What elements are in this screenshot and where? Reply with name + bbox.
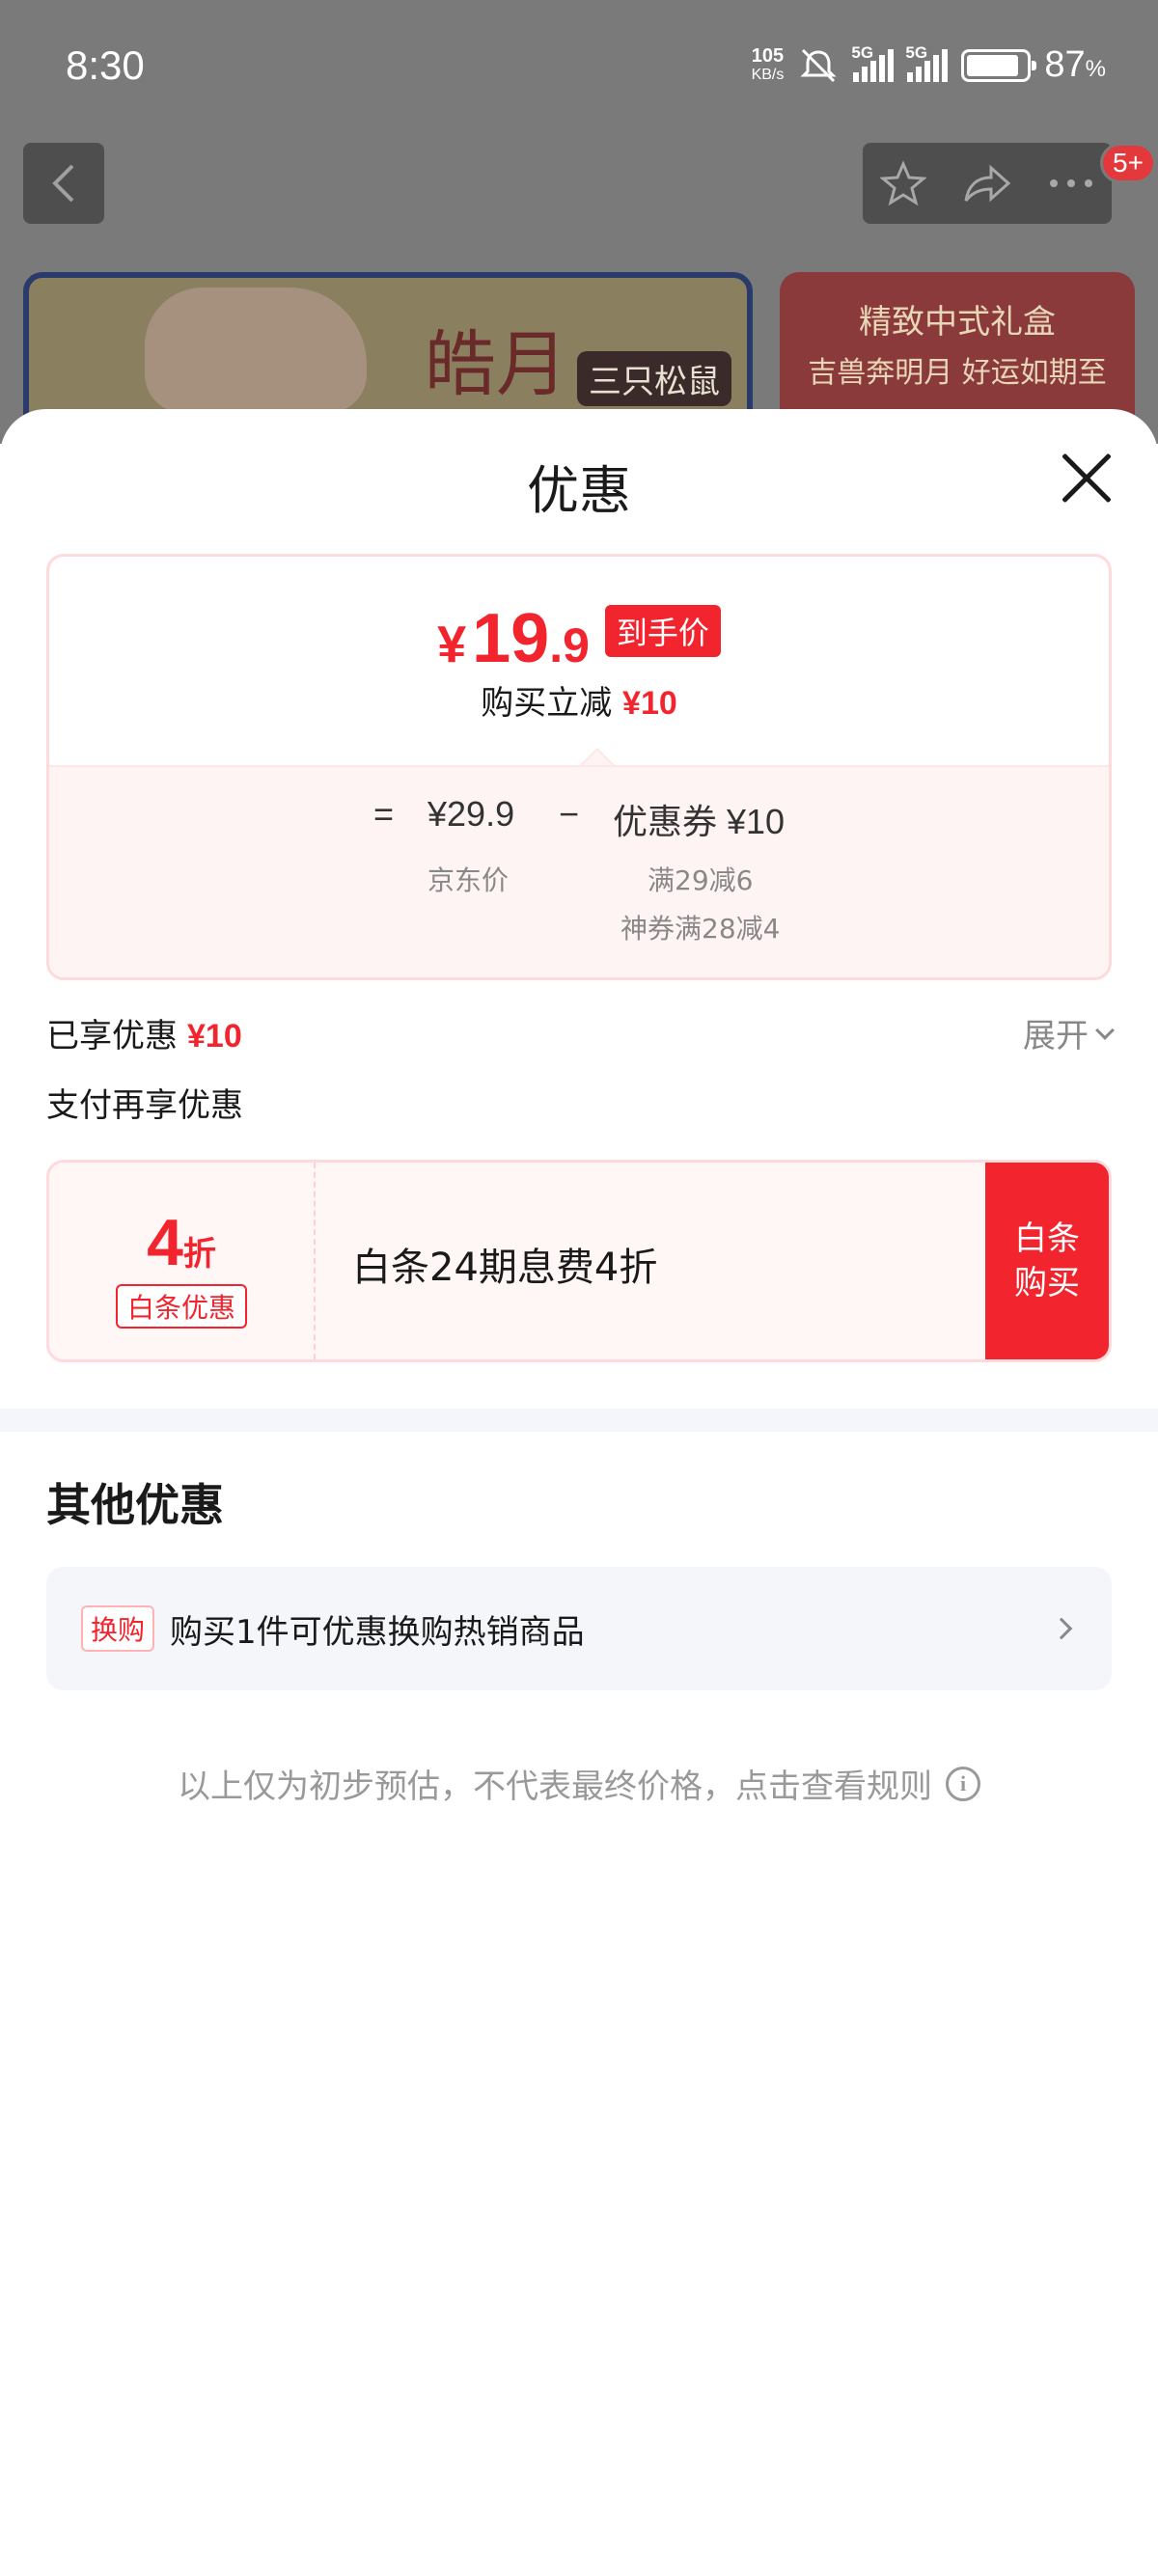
rules-link[interactable]: 以上仅为初步预估，不代表最终价格，点击查看规则 i	[0, 1760, 1158, 1807]
final-price-tag: 到手价	[604, 605, 721, 657]
notification-badge: 5+	[1100, 143, 1156, 183]
promo-text: 购买1件可优惠换购热销商品	[170, 1612, 585, 1652]
battery-icon	[961, 48, 1037, 82]
minus-sign: −	[559, 794, 580, 834]
status-time: 8:30	[66, 42, 145, 88]
status-bar: 8:30 105 KB/s 5G 5G 87%	[0, 0, 1158, 135]
promo-tag: 换购	[81, 1605, 155, 1652]
section-divider	[0, 1409, 1158, 1432]
bell-muted-icon	[800, 48, 837, 82]
baitiao-buy-button[interactable]: 白条 购买	[985, 1163, 1109, 1359]
other-offers-title: 其他优惠	[46, 1479, 224, 1531]
trade-in-promo[interactable]: 换购 购买1件可优惠换购热销商品	[46, 1567, 1112, 1690]
net-speed: 105 KB/s	[751, 44, 785, 83]
product-image	[145, 288, 367, 413]
expand-button[interactable]: 展开	[1023, 1009, 1115, 1056]
signal-icon: 5G	[905, 43, 949, 82]
top-action-group	[863, 143, 1112, 224]
offer-description: 白条24期息费4折	[352, 1246, 658, 1290]
baitiao-offer-card[interactable]: 4 折 白条优惠 白条24期息费4折 白条 购买	[46, 1160, 1112, 1362]
jd-price: ¥29.9	[427, 794, 515, 834]
final-price: ¥ 19 .9 到手价	[49, 599, 1109, 678]
price-breakdown-card: ¥ 19 .9 到手价 购买立减 ¥10 = ¥29.9 − 优惠券 ¥10 京…	[46, 554, 1112, 980]
brand-logo: 三只松鼠	[577, 351, 731, 406]
enjoyed-discount: 已享优惠 ¥10	[46, 1017, 242, 1055]
banner-text: 皓月	[425, 323, 567, 406]
pay-more-label: 支付再享优惠	[46, 1086, 243, 1125]
battery-percent: 87%	[1044, 44, 1106, 85]
pointer-caret	[580, 748, 615, 766]
saving-line: 购买立减 ¥10	[481, 684, 677, 723]
signal-icon: 5G	[851, 43, 895, 82]
sheet-title: 优惠	[527, 460, 631, 521]
jd-price-label: 京东价	[427, 864, 510, 896]
baitiao-tag: 白条优惠	[115, 1284, 247, 1329]
chevron-left-icon	[52, 164, 74, 203]
more-icon[interactable]	[1048, 178, 1094, 189]
status-icons: 105 KB/s 5G 5G 87%	[751, 43, 1106, 86]
back-button[interactable]	[23, 143, 104, 224]
chevron-right-icon	[1050, 1617, 1073, 1640]
coupon-amount: 优惠券 ¥10	[613, 802, 786, 841]
chevron-down-icon	[1095, 1020, 1115, 1040]
background-page: 8:30 105 KB/s 5G 5G 87% 5+ 皓月 三只松鼠 精致中式礼…	[0, 0, 1158, 444]
price-formula: = ¥29.9 − 优惠券 ¥10 京东价 满29减6 神券满28减4	[49, 765, 1109, 977]
share-icon[interactable]	[962, 160, 1012, 206]
discount-value: 4 折	[147, 1206, 216, 1279]
close-icon[interactable]	[1060, 452, 1114, 506]
star-icon[interactable]	[880, 160, 927, 206]
discount-sheet: 优惠 ¥ 19 .9 到手价 购买立减 ¥10 = ¥29.9 − 优惠券 ¥1…	[0, 409, 1158, 2576]
coupon-detail: 神券满28减4	[620, 913, 781, 945]
equals-sign: =	[373, 794, 395, 834]
coupon-detail: 满29减6	[648, 864, 754, 896]
info-icon: i	[946, 1766, 980, 1801]
